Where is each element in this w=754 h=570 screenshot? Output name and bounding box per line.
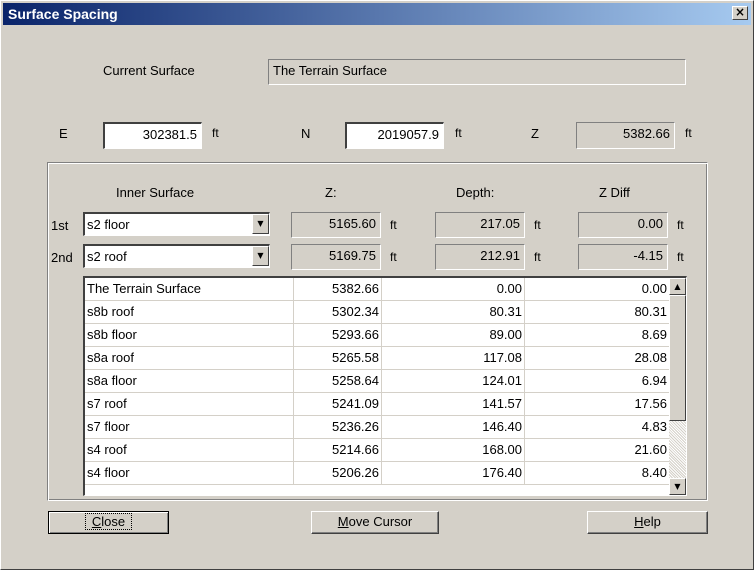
- second-depth-value: 212.91: [435, 244, 525, 270]
- depth-cell: 124.01: [382, 370, 525, 393]
- vertical-scrollbar[interactable]: ▲ ▼: [669, 278, 686, 495]
- zdiff-cell: 0.00: [641, 281, 667, 296]
- surface-name-cell: s4 floor: [86, 462, 294, 485]
- depth-header: Depth:: [456, 185, 495, 200]
- z-label: Z: [531, 126, 539, 141]
- z-cell: 5214.66: [294, 439, 382, 462]
- z-coordinate-value: 5382.66: [576, 122, 675, 149]
- depth-cell: 80.31: [382, 301, 525, 324]
- help-button[interactable]: Help: [587, 511, 708, 534]
- close-button-label: Close: [84, 513, 133, 530]
- e-label: E: [59, 126, 68, 141]
- down-arrow-icon[interactable]: ▼: [669, 478, 686, 495]
- z-cell: 5206.26: [294, 462, 382, 485]
- first-zdiff-value: 0.00: [578, 212, 668, 238]
- surface-list-rows: The Terrain Surface 5382.66 0.00 0.00 s8b ro…: [85, 278, 669, 485]
- z-cell: 5302.34: [294, 301, 382, 324]
- depth-cell: 89.00: [382, 324, 525, 347]
- first-depth-unit: ft: [534, 218, 541, 232]
- window-title: Surface Spacing: [8, 6, 118, 22]
- inner-surface-header: Inner Surface: [116, 185, 195, 200]
- scrollbar-thumb[interactable]: [669, 295, 686, 421]
- first-z-value: 5165.60: [291, 212, 381, 238]
- first-label: 1st: [51, 218, 69, 233]
- n-label: N: [301, 126, 311, 141]
- surface-name-cell: s7 roof: [86, 393, 294, 416]
- zdiff-header: Z Diff: [599, 185, 630, 200]
- second-depth-unit: ft: [534, 250, 541, 264]
- first-depth-value: 217.05: [435, 212, 525, 238]
- dropdown-arrow-icon[interactable]: ▼: [252, 214, 269, 234]
- second-zdiff-unit: ft: [677, 250, 684, 264]
- z-cell: 5265.58: [294, 347, 382, 370]
- surface-name-cell: s4 roof: [86, 439, 294, 462]
- table-row[interactable]: s8a floor 5258.64 124.01 6.94: [85, 370, 669, 393]
- first-z-unit: ft: [390, 218, 397, 232]
- surface-name-cell: s8a roof: [86, 347, 294, 370]
- table-row[interactable]: s8b floor 5293.66 89.00 8.69: [85, 324, 669, 347]
- zdiff-cell: 80.31: [634, 304, 667, 319]
- table-row[interactable]: s8a roof 5265.58 117.08 28.08: [85, 347, 669, 370]
- zdiff-cell: 8.69: [641, 327, 667, 342]
- surface-name-cell: s7 floor: [86, 416, 294, 439]
- surface-list[interactable]: The Terrain Surface 5382.66 0.00 0.00 s8b ro…: [83, 276, 687, 496]
- z-unit: ft: [685, 126, 692, 140]
- table-row[interactable]: s7 floor 5236.26 146.40 4.83: [85, 416, 669, 439]
- table-row[interactable]: The Terrain Surface 5382.66 0.00 0.00: [85, 278, 669, 301]
- z-cell: 5236.26: [294, 416, 382, 439]
- table-row[interactable]: s7 roof 5241.09 141.57 17.56: [85, 393, 669, 416]
- surface-name-cell: s8b roof: [86, 301, 294, 324]
- table-row[interactable]: s4 roof 5214.66 168.00 21.60: [85, 439, 669, 462]
- surface-name-cell: The Terrain Surface: [86, 278, 294, 301]
- z-header: Z:: [325, 185, 337, 200]
- up-arrow-icon[interactable]: ▲: [669, 278, 686, 295]
- move-cursor-button[interactable]: Move Cursor: [311, 511, 439, 534]
- second-zdiff-value: -4.15: [578, 244, 668, 270]
- z-cell: 5258.64: [294, 370, 382, 393]
- zdiff-cell: 28.08: [634, 350, 667, 365]
- depth-cell: 141.57: [382, 393, 525, 416]
- z-cell: 5241.09: [294, 393, 382, 416]
- second-label: 2nd: [51, 250, 73, 265]
- z-cell: 5293.66: [294, 324, 382, 347]
- close-icon[interactable]: ×: [732, 6, 748, 20]
- e-unit: ft: [212, 126, 219, 140]
- zdiff-cell: 4.83: [641, 419, 667, 434]
- n-unit: ft: [455, 126, 462, 140]
- first-surface-value: s2 floor: [87, 217, 130, 232]
- n-coordinate-input[interactable]: 2019057.9: [345, 122, 444, 149]
- e-coordinate-input[interactable]: 302381.5: [103, 122, 202, 149]
- surface-spacing-dialog: Surface Spacing × Current Surface The Te…: [0, 0, 754, 570]
- zdiff-cell: 21.60: [634, 442, 667, 457]
- depth-cell: 176.40: [382, 462, 525, 485]
- current-surface-value: The Terrain Surface: [268, 59, 686, 85]
- table-row[interactable]: s8b roof 5302.34 80.31 80.31: [85, 301, 669, 324]
- depth-cell: 146.40: [382, 416, 525, 439]
- second-z-value: 5169.75: [291, 244, 381, 270]
- depth-cell: 117.08: [382, 347, 525, 370]
- first-surface-select[interactable]: s2 floor ▼: [83, 212, 270, 236]
- zdiff-cell: 6.94: [641, 373, 667, 388]
- close-button[interactable]: Close: [48, 511, 169, 534]
- second-surface-select[interactable]: s2 roof ▼: [83, 244, 270, 268]
- dropdown-arrow-icon[interactable]: ▼: [252, 246, 269, 266]
- zdiff-cell: 8.40: [641, 465, 667, 480]
- second-z-unit: ft: [390, 250, 397, 264]
- table-row[interactable]: s4 floor 5206.26 176.40 8.40: [85, 462, 669, 485]
- z-cell: 5382.66: [294, 278, 382, 301]
- title-bar[interactable]: Surface Spacing ×: [3, 3, 751, 25]
- zdiff-cell: 17.56: [634, 396, 667, 411]
- depth-cell: 0.00: [382, 278, 525, 301]
- second-surface-value: s2 roof: [87, 249, 127, 264]
- surface-name-cell: s8b floor: [86, 324, 294, 347]
- depth-cell: 168.00: [382, 439, 525, 462]
- first-zdiff-unit: ft: [677, 218, 684, 232]
- surface-name-cell: s8a floor: [86, 370, 294, 393]
- current-surface-label: Current Surface: [103, 63, 195, 78]
